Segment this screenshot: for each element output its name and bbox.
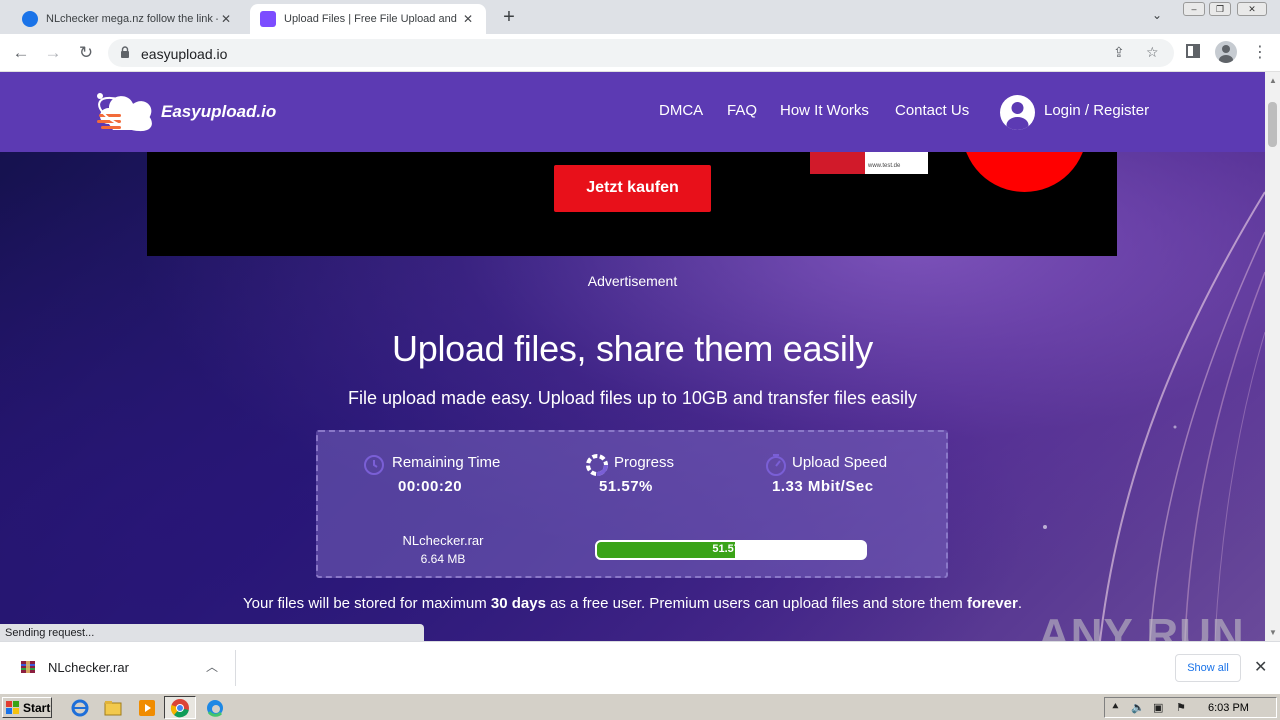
tray-arrow-icon[interactable]: ⯅	[1111, 701, 1120, 714]
action-center-flag-icon[interactable]: ⚑	[1176, 701, 1186, 714]
scroll-up-arrow-icon[interactable]: ▲	[1269, 76, 1277, 85]
close-window-button[interactable]: ✕	[1237, 2, 1267, 16]
close-tab-icon[interactable]: ✕	[218, 11, 234, 27]
storage-note-text: .	[1017, 595, 1022, 612]
system-tray	[1104, 697, 1277, 718]
storage-days: 30 days	[490, 595, 546, 612]
reload-icon[interactable]: ↻	[74, 42, 98, 64]
minimize-window-button[interactable]: –	[1183, 2, 1205, 16]
show-all-downloads-button[interactable]: Show all	[1175, 654, 1241, 682]
page-subtitle: File upload made easy. Upload files up t…	[348, 388, 917, 408]
tab-nlchecker[interactable]: NLchecker mega.nz follow the link — ✕	[12, 4, 244, 34]
close-download-shelf-icon[interactable]: ✕	[1254, 657, 1267, 677]
ad-buy-button[interactable]: Jetzt kaufen	[554, 165, 711, 212]
ad-red-circle	[962, 152, 1087, 192]
progress-label: Progress	[614, 454, 675, 471]
loading-spinner-icon	[586, 454, 608, 476]
share-icon[interactable]: ⇪	[1113, 44, 1125, 61]
page-scrollbar[interactable]: ▲ ▼	[1265, 72, 1280, 641]
new-tab-button[interactable]: +	[498, 6, 520, 28]
upload-speed-value-wrap: 1.33 Mbit/Sec	[772, 478, 874, 495]
chevron-up-icon[interactable]: ︿	[206, 658, 218, 675]
clock-icon	[364, 455, 384, 475]
advertisement-banner[interactable]: Jetzt kaufen www.test.de	[147, 152, 1117, 256]
nav-link-faq[interactable]: FAQ	[727, 102, 757, 119]
upload-progress-bar: 51.57%	[595, 540, 867, 560]
upload-progress-card: Remaining Time 00:00:20 Progress 51.57% …	[316, 430, 948, 578]
side-panel-icon[interactable]	[1186, 44, 1200, 58]
browser-tab-strip: NLchecker mega.nz follow the link — ✕ Up…	[0, 0, 1280, 34]
tab-title: NLchecker mega.nz follow the link —	[46, 13, 218, 25]
winrar-archive-icon	[21, 661, 35, 673]
upload-progress-text: 51.57%	[712, 543, 750, 555]
ad-test-badge: www.test.de	[810, 152, 928, 174]
internet-explorer-icon[interactable]	[70, 698, 90, 718]
media-player-icon[interactable]	[137, 698, 157, 718]
uploading-file-size: 6.64 MB	[420, 552, 466, 566]
login-register-link[interactable]: Login / Register	[1044, 102, 1149, 119]
remaining-time-label: Remaining Time	[392, 454, 501, 471]
chrome-taskbar-button[interactable]	[164, 696, 196, 719]
browser-status-bar: Sending request...	[0, 624, 424, 642]
edge-icon[interactable]	[205, 698, 225, 718]
storage-note-text: Your files will be stored for maximum	[243, 595, 491, 612]
ad-badge-red-block	[810, 152, 865, 174]
url-text[interactable]: easyupload.io	[141, 46, 227, 62]
windows-logo-icon	[6, 700, 19, 714]
volume-icon[interactable]: 🔈	[1131, 701, 1145, 714]
back-arrow-icon[interactable]: ←	[9, 42, 33, 64]
scroll-down-arrow-icon[interactable]: ▼	[1269, 628, 1277, 637]
uploading-file-name: NLchecker.rar	[402, 533, 484, 548]
upload-speed-label: Upload Speed	[792, 454, 888, 471]
remaining-time-stat: Remaining Time	[392, 454, 500, 471]
start-label: Start	[23, 700, 51, 715]
nav-link-how-it-works[interactable]: How It Works	[780, 102, 869, 119]
link-favicon-icon	[22, 11, 38, 27]
download-item[interactable]: NLchecker.rar ︿	[10, 650, 236, 686]
remaining-time-value: 00:00:20	[398, 478, 463, 495]
upload-speed-value: 1.33 Mbit/Sec	[772, 478, 874, 495]
address-bar[interactable]: easyupload.io ⇪ ☆	[108, 39, 1174, 67]
windows-taskbar: Start ⯅ 🔈 ▣ ⚑ 6:03 PM	[0, 693, 1280, 720]
ad-badge-text: www.test.de	[868, 163, 901, 169]
page-viewport: Easyupload.io DMCA FAQ How It Works Cont…	[0, 72, 1265, 641]
taskbar-clock[interactable]: 6:03 PM	[1208, 702, 1249, 714]
progress-value-wrap: 51.57%	[599, 478, 653, 495]
remaining-time-value-wrap: 00:00:20	[398, 478, 462, 495]
storage-forever: forever	[966, 595, 1018, 612]
tab-easyupload[interactable]: Upload Files | Free File Upload and T ✕	[250, 4, 486, 34]
download-shelf: NLchecker.rar ︿ Show all ✕	[0, 641, 1280, 693]
advertisement-label: Advertisement	[587, 273, 678, 289]
speedometer-icon	[766, 454, 786, 476]
upload-speed-stat: Upload Speed	[792, 454, 887, 471]
nav-link-contact-us[interactable]: Contact Us	[895, 102, 969, 119]
tab-search-chevron-icon[interactable]: ⌄	[1152, 8, 1162, 22]
progress-stat: Progress	[614, 454, 674, 471]
tab-title: Upload Files | Free File Upload and T	[284, 13, 460, 25]
close-tab-icon[interactable]: ✕	[460, 11, 476, 27]
user-avatar-icon[interactable]	[1000, 95, 1035, 130]
restore-window-button[interactable]: ❐	[1209, 2, 1231, 16]
easyupload-logo-icon[interactable]	[95, 84, 161, 140]
file-explorer-icon[interactable]	[103, 698, 123, 718]
download-file-name[interactable]: NLchecker.rar	[48, 660, 129, 675]
logo-text[interactable]: Easyupload.io	[161, 102, 276, 122]
chrome-icon	[170, 699, 189, 718]
storage-note-text: as a free user. Premium users can upload…	[545, 595, 967, 612]
progress-value: 51.57%	[599, 478, 653, 495]
site-header: Easyupload.io DMCA FAQ How It Works Cont…	[0, 72, 1265, 152]
browser-toolbar: ← → ↻ easyupload.io ⇪ ☆	[0, 34, 1280, 72]
start-button[interactable]: Start	[2, 697, 52, 718]
bookmark-star-icon[interactable]: ☆	[1146, 44, 1159, 61]
network-icon[interactable]: ▣	[1153, 701, 1163, 714]
profile-icon[interactable]	[1215, 41, 1237, 63]
lock-icon[interactable]	[120, 46, 130, 58]
nav-link-dmca[interactable]: DMCA	[659, 102, 703, 119]
page-title: Upload files, share them easily	[392, 328, 873, 369]
browser-menu-icon[interactable]: ⋮	[1252, 42, 1268, 62]
forward-arrow-icon[interactable]: →	[41, 42, 65, 64]
scrollbar-thumb[interactable]	[1268, 102, 1277, 147]
easyupload-favicon-icon	[260, 11, 276, 27]
